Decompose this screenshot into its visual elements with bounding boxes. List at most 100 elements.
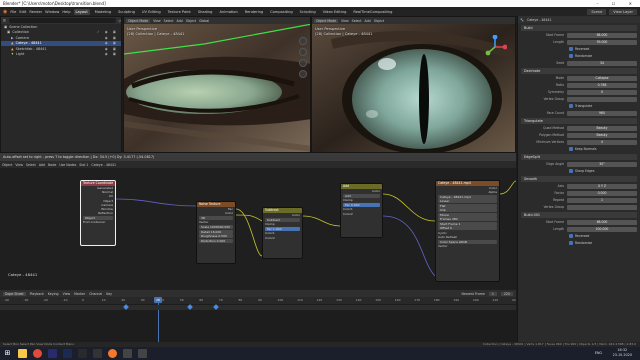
viewport-left[interactable]: Object Mode View Select Add Object Globa… xyxy=(123,16,311,153)
property-field[interactable]: 1 xyxy=(567,197,637,203)
menu-edit[interactable]: Edit xyxy=(19,10,26,14)
workspace-tab-modeling[interactable]: Modeling xyxy=(93,9,113,15)
property-field[interactable]: Collapse xyxy=(567,75,637,81)
dope-sheet-timeline[interactable]: Dope Sheet Playback Keying View Marker C… xyxy=(0,290,516,342)
clock[interactable]: 16:32 23.10.2020 xyxy=(613,348,632,358)
workspace-tab-uv-editing[interactable]: UV Editing xyxy=(140,9,163,15)
scale-field[interactable]: Scale 1000000.000 xyxy=(199,225,233,230)
menu-marker[interactable]: Marker xyxy=(74,292,85,296)
menu-add[interactable]: Add xyxy=(177,19,183,23)
workspace-tab-rendering[interactable]: Rendering xyxy=(243,9,265,15)
roughness-field[interactable]: Roughness 0.500 xyxy=(199,234,233,239)
object-field[interactable]: Object xyxy=(83,215,113,220)
mode-selector[interactable]: Object Mode xyxy=(126,18,151,23)
menu-view[interactable]: View xyxy=(153,19,161,23)
scene-selector[interactable]: Scene xyxy=(587,8,607,15)
visibility-icons[interactable]: ◉ ▣ xyxy=(105,52,118,56)
menu-channel[interactable]: Channel xyxy=(89,292,102,296)
node-noise-texture[interactable]: Noise Texture Fac Color 3D Vector Scale … xyxy=(196,201,236,264)
end-frame-field[interactable]: 220 xyxy=(500,291,513,296)
visibility-icons[interactable]: ✓ ◉ ▣ xyxy=(97,30,118,34)
color-space-select[interactable]: Color Space sRGB xyxy=(438,239,497,244)
filter-icon[interactable]: ▽ xyxy=(119,19,121,23)
property-field[interactable]: 100.000 xyxy=(567,226,637,232)
file-explorer-icon[interactable] xyxy=(18,349,27,358)
checkbox[interactable] xyxy=(569,169,573,173)
shader-node-editor[interactable]: Object View Select Add Node Use Nodes Sl… xyxy=(0,161,516,290)
view-layer-selector[interactable]: View Layer xyxy=(609,8,637,15)
viewport-right[interactable]: Object Mode View Select Add Object User … xyxy=(311,16,516,153)
outliner-search-input[interactable] xyxy=(8,18,116,23)
menu-select[interactable]: Select xyxy=(352,19,362,23)
outliner-editor-icon[interactable]: ☰ xyxy=(3,19,6,23)
clamp-checkbox[interactable]: Clamp xyxy=(263,222,302,226)
axis-gizmo-icon[interactable] xyxy=(483,35,507,59)
socket-color2[interactable]: Color2 xyxy=(341,212,382,216)
chrome-icon[interactable] xyxy=(33,349,42,358)
extension-select[interactable]: Clip xyxy=(438,208,497,213)
property-field[interactable]: X Y Z xyxy=(567,183,637,189)
app-icon-3[interactable] xyxy=(123,349,132,358)
node-texture-coordinate[interactable]: Texture Coordinate Generated Normal UV O… xyxy=(80,180,116,246)
node-movie-texture[interactable]: Cateye - 48441.mp4 Color Alpha Cateye - … xyxy=(435,180,500,282)
property-field[interactable] xyxy=(567,204,637,210)
modifier-header[interactable]: EdgeSplit xyxy=(521,154,637,160)
premiere-icon[interactable] xyxy=(63,349,72,358)
interpolation-select[interactable]: Linear xyxy=(438,199,497,204)
dimension-select[interactable]: 3D xyxy=(199,215,233,220)
start-frame-field[interactable]: Start Frame 1 xyxy=(438,221,497,226)
menu-playback[interactable]: Playback xyxy=(30,292,44,296)
socket-color[interactable]: Color xyxy=(263,213,302,217)
menu-select[interactable]: Select xyxy=(164,19,174,23)
node-add[interactable]: Add Color Add Clamp Fac 0.000 Color1 Col… xyxy=(340,183,383,238)
socket-vector[interactable]: Vector xyxy=(197,220,235,224)
blender-logo-icon[interactable]: ◉ xyxy=(3,9,7,15)
socket-reflection[interactable]: Reflection xyxy=(81,211,115,215)
language-indicator[interactable]: ENG xyxy=(595,351,602,355)
workspace-tab-animation[interactable]: Animation xyxy=(217,9,239,15)
modifier-header[interactable]: Decimate xyxy=(521,68,637,74)
distortion-field[interactable]: Distortion 0.000 xyxy=(199,238,233,243)
checkbox[interactable] xyxy=(569,234,573,238)
socket-alpha[interactable]: Alpha xyxy=(436,190,499,194)
property-field[interactable]: 34 xyxy=(567,60,637,66)
navigation-gizmo[interactable] xyxy=(299,37,307,78)
modifier-header[interactable]: Smooth xyxy=(521,176,637,182)
menu-object[interactable]: Object xyxy=(374,19,384,23)
app-icon-2[interactable] xyxy=(93,349,102,358)
modifier-header[interactable]: Build xyxy=(521,25,637,31)
visibility-icons[interactable]: ◉ ▣ xyxy=(105,41,118,45)
mode-selector[interactable]: Object Mode xyxy=(314,18,339,23)
menu-key[interactable]: Key xyxy=(106,292,112,296)
offset-field[interactable]: Offset 0 xyxy=(438,226,497,231)
outliner-row-light[interactable]: ✦ Light ◉ ▣ xyxy=(1,52,121,58)
menu-render[interactable]: Render xyxy=(29,10,42,14)
blender-taskbar-icon[interactable] xyxy=(108,349,117,358)
checkbox[interactable] xyxy=(569,241,573,245)
menu-view[interactable]: View xyxy=(63,292,71,296)
blend-mode-select[interactable]: Subtract xyxy=(265,217,300,222)
workspace-tab-realtime[interactable]: RealTimeCompositing xyxy=(351,9,394,15)
snap-mode-select[interactable]: Nearest Frame xyxy=(462,292,485,296)
start-frame-field[interactable]: 1 xyxy=(488,291,497,296)
modifier-header[interactable]: Build.001 xyxy=(521,212,637,218)
checkbox[interactable] xyxy=(569,104,573,108)
pan-icon[interactable] xyxy=(299,48,307,56)
property-field[interactable]: 0.000 xyxy=(567,190,637,196)
workspace-tab-texture-paint[interactable]: Texture Paint xyxy=(166,9,193,15)
workspace-tab-scripting[interactable]: Scripting xyxy=(298,9,318,15)
menu-object[interactable]: Object xyxy=(186,19,196,23)
modifier-header[interactable]: Triangulate xyxy=(521,118,637,124)
app-icon[interactable] xyxy=(78,349,87,358)
image-selector[interactable]: Cateye - 48441.mp4 xyxy=(438,194,497,199)
detail-field[interactable]: Detail 16.000 xyxy=(199,229,233,234)
menu-keying[interactable]: Keying xyxy=(48,292,59,296)
zoom-icon[interactable] xyxy=(299,37,307,45)
blend-mode-select[interactable]: Add xyxy=(343,193,380,198)
property-field[interactable]: 960 xyxy=(567,110,637,116)
editor-mode-select[interactable]: Dope Sheet xyxy=(3,291,26,296)
fac-field[interactable]: Fac 0.000 xyxy=(343,202,380,207)
property-field[interactable]: Beauty xyxy=(567,132,637,138)
menu-view[interactable]: View xyxy=(341,19,349,23)
from-instancer-checkbox[interactable]: From Instancer xyxy=(81,220,115,224)
